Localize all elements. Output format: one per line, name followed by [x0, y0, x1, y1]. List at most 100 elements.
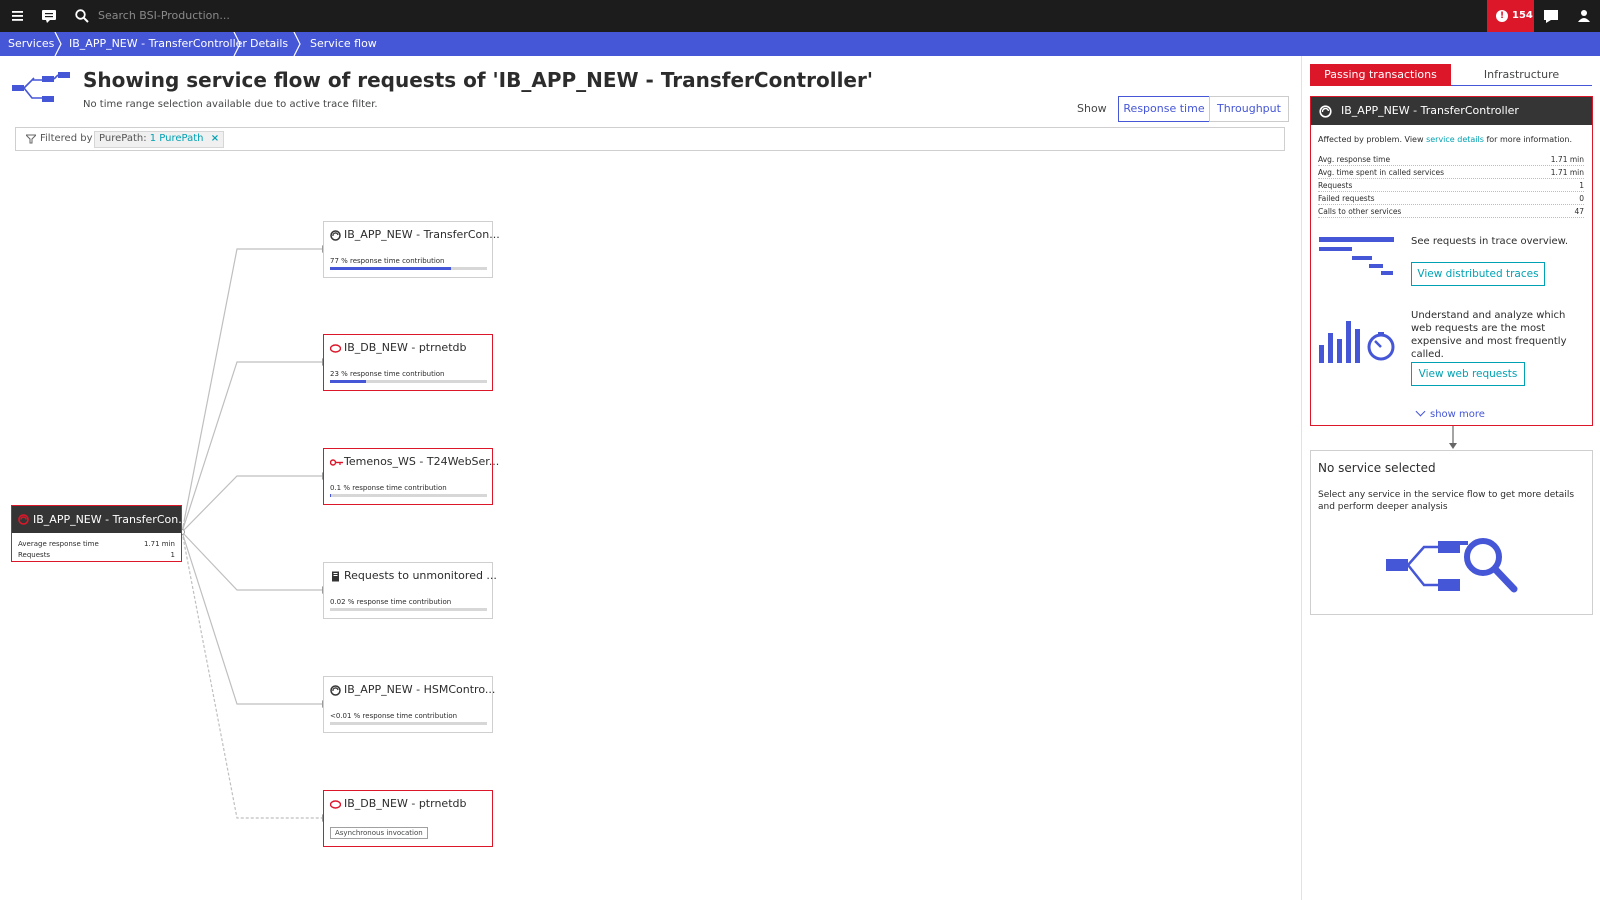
breadcrumb-separator-icon	[54, 32, 62, 56]
page-subtitle: No time range selection available due to…	[83, 99, 378, 110]
contribution-bar-fill	[330, 380, 367, 383]
comment-icon[interactable]	[1543, 8, 1559, 24]
unmonitored-icon	[332, 571, 339, 582]
service-details-card: IB_APP_NEW - TransferController Affected…	[1310, 96, 1593, 426]
metric-value: 47	[1572, 207, 1584, 216]
root-node-title: IB_APP_NEW - TransferCon...	[33, 513, 189, 526]
contribution-bar	[330, 608, 487, 611]
metric-row: Calls to other services 47	[1318, 207, 1584, 218]
search-input[interactable]: Search BSI-Production...	[98, 9, 230, 22]
flow-node[interactable]: IB_DB_NEW - ptrnetdb Asynchronous invoca…	[323, 790, 493, 847]
root-metric-value: 1	[170, 551, 175, 559]
metric-value: 1.71 min	[1548, 155, 1584, 164]
view-web-requests-button[interactable]: View web requests	[1411, 362, 1525, 386]
node-metric: 0.1 % response time contribution	[330, 484, 447, 492]
node-metric: 0.02 % response time contribution	[330, 598, 452, 606]
close-icon[interactable]: ×	[211, 133, 219, 144]
service-details-link[interactable]: service details	[1426, 135, 1484, 144]
service-problem-icon	[18, 514, 29, 525]
no-service-title: No service selected	[1318, 461, 1436, 475]
trace-overview-text: See requests in trace overview.	[1411, 236, 1569, 247]
tab-infrastructure[interactable]: Infrastructure	[1451, 64, 1592, 86]
filter-label: Filtered by	[40, 133, 93, 144]
filter-chip[interactable]: PurePath: 1 PurePath ×	[94, 131, 225, 148]
contribution-bar	[330, 722, 487, 725]
breadcrumb-service[interactable]: IB_APP_NEW - TransferController	[69, 37, 247, 50]
breadcrumb-separator-icon	[293, 32, 301, 56]
breadcrumb: Services IB_APP_NEW - TransferController…	[0, 32, 1600, 56]
contribution-bar	[330, 494, 487, 497]
metric-label: Avg. response time	[1318, 155, 1393, 164]
flow-node[interactable]: IB_DB_NEW - ptrnetdb 23 % response time …	[323, 334, 493, 391]
node-title: IB_APP_NEW - TransferCon...	[344, 228, 500, 241]
root-service-node[interactable]: IB_APP_NEW - TransferCon... Average resp…	[11, 505, 189, 562]
metric-label: Requests	[1318, 181, 1355, 190]
view-distributed-traces-button[interactable]: View distributed traces	[1411, 262, 1545, 286]
search-icon[interactable]	[74, 8, 90, 24]
root-metric-label: Requests	[18, 551, 51, 559]
breadcrumb-service-flow[interactable]: Service flow	[310, 37, 377, 50]
web-requests-text: Understand and analyze which web request…	[1411, 310, 1567, 360]
service-card-title: IB_APP_NEW - TransferController	[1341, 104, 1519, 117]
database-icon	[330, 344, 341, 353]
root-node-header: IB_APP_NEW - TransferCon...	[12, 506, 189, 533]
root-metric-label: Average response time	[18, 540, 99, 548]
service-card-header: IB_APP_NEW - TransferController	[1311, 97, 1592, 125]
affected-suffix: for more information.	[1486, 135, 1572, 144]
node-title: IB_DB_NEW - ptrnetdb	[344, 341, 467, 354]
service-icon	[330, 685, 341, 696]
show-more-link[interactable]: show more	[1415, 406, 1485, 420]
metric-label: Calls to other services	[1318, 207, 1404, 216]
metric-value: 0	[1577, 194, 1584, 203]
contribution-bar	[330, 267, 487, 270]
affected-by-problem-text: Affected by problem. View service detail…	[1318, 135, 1572, 144]
service-flow-search-icon	[1386, 538, 1518, 593]
throughput-toggle[interactable]: Throughput	[1209, 96, 1289, 122]
sidebar-connector-arrow-icon	[1449, 426, 1457, 449]
problems-button[interactable]: ! 154	[1487, 0, 1534, 32]
tab-passing-transactions[interactable]: Passing transactions	[1310, 64, 1451, 86]
chat-icon[interactable]	[41, 8, 57, 24]
node-title: Temenos_WS - T24WebSer...	[344, 455, 500, 468]
flow-node[interactable]: IB_APP_NEW - TransferCon... 77 % respons…	[323, 221, 500, 278]
show-label: Show	[1077, 102, 1107, 115]
service-icon	[1319, 105, 1332, 118]
metric-row: Avg. response time 1.71 min	[1318, 155, 1584, 166]
show-more-label: show more	[1430, 409, 1485, 420]
breadcrumb-services[interactable]: Services	[8, 37, 54, 50]
metric-value: 1	[1577, 181, 1584, 190]
metric-row: Requests 1	[1318, 181, 1584, 192]
filter-chip-key: PurePath:	[99, 133, 147, 144]
service-icon	[330, 230, 341, 241]
no-service-selected-card: No service selected Select any service i…	[1310, 450, 1593, 615]
filter-icon	[26, 134, 36, 144]
metric-label: Avg. time spent in called services	[1318, 168, 1446, 177]
webservice-icon	[330, 459, 343, 466]
root-metric-row: Requests 1	[18, 551, 175, 559]
contribution-bar-fill	[330, 267, 451, 270]
response-time-toggle[interactable]: Response time	[1118, 96, 1210, 122]
flow-node[interactable]: Temenos_WS - T24WebSer... 0.1 % response…	[323, 448, 499, 505]
chevron-down-icon	[1415, 406, 1426, 417]
flow-node[interactable]: Requests to unmonitored ... 0.02 % respo…	[323, 562, 497, 619]
filter-chip-value: 1 PurePath	[149, 133, 204, 144]
flow-node[interactable]: IB_APP_NEW - HSMContro... <0.01 % respon…	[323, 676, 495, 733]
metric-row: Failed requests 0	[1318, 194, 1584, 205]
filter-bar[interactable]: Filtered by PurePath: 1 PurePath ×	[15, 127, 1285, 151]
web-requests-chart-icon	[1319, 321, 1395, 363]
node-title: IB_DB_NEW - ptrnetdb	[344, 797, 467, 810]
alert-icon: !	[1496, 10, 1508, 22]
menu-icon[interactable]	[10, 8, 26, 24]
node-metric: <0.01 % response time contribution	[330, 712, 458, 720]
service-flow-icon	[12, 72, 70, 102]
user-icon[interactable]	[1576, 8, 1592, 24]
affected-prefix: Affected by problem. View	[1318, 135, 1424, 144]
no-service-description: Select any service in the service flow t…	[1318, 490, 1575, 512]
breadcrumb-separator-icon	[233, 32, 241, 56]
problem-count: 154	[1512, 10, 1533, 21]
node-metric: 77 % response time contribution	[330, 257, 445, 265]
metric-label: Failed requests	[1318, 194, 1377, 203]
trace-overview-icon	[1319, 237, 1394, 275]
breadcrumb-details[interactable]: Details	[250, 37, 288, 50]
root-metric-value: 1.71 min	[143, 540, 175, 548]
